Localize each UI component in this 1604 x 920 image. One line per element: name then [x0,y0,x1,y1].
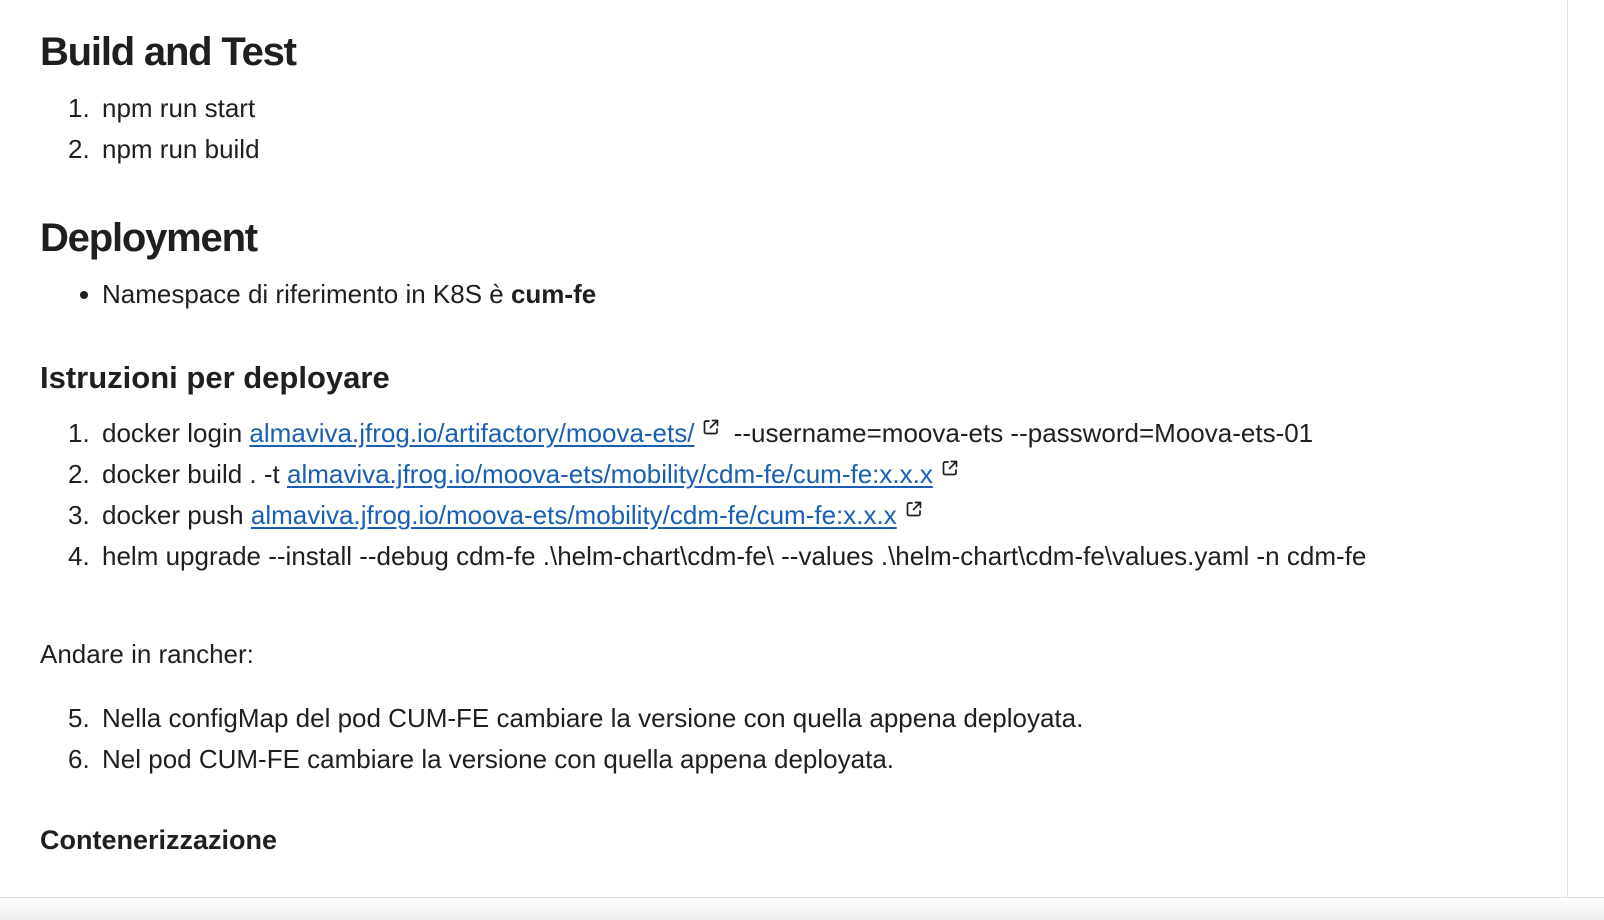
step-number: 3. [68,500,90,530]
namespace-text: Namespace di riferimento in K8S è [102,279,511,309]
step-number: 5. [68,703,90,733]
list-item: 1. npm run start [68,93,256,123]
heading-istruzioni: Istruzioni per deployare [40,360,390,395]
build-step-text: npm run start [102,93,256,123]
rancher-step-text: Nella configMap del pod CUM-FE cambiare … [102,703,1084,733]
step-suffix: --username=moova-ets --password=Moova-et… [726,418,1314,448]
build-steps-list: 1. npm run start 2. npm run build [40,91,1540,173]
external-link-icon[interactable] [905,500,923,518]
heading-build-and-test: Build and Test [40,30,297,74]
heading-contenerizzazione: Contenerizzazione [40,825,278,855]
step-prefix: docker login [102,418,250,448]
list-item: 3. docker push almaviva.jfrog.io/moova-et… [40,498,1540,532]
namespace-value: cum-fe [510,279,597,309]
deployment-list: Namespace di riferimento in K8S è cum-fe [40,277,1540,318]
bullet-icon [80,291,88,299]
list-item: Namespace di riferimento in K8S è cum-fe [40,277,1540,311]
list-item: 2. npm run build [68,134,260,164]
build-step-text: npm run build [102,134,260,164]
step-number: 2. [68,459,90,489]
external-link-icon[interactable] [702,418,720,436]
step-number: 4. [68,541,90,571]
list-item: 4. helm upgrade --install --debug cdm-fe … [40,539,1492,573]
helm-command-text: helm upgrade --install --debug cdm-fe .\… [102,541,1367,571]
image-tag-link[interactable]: almaviva.jfrog.io/moova-ets/mobility/cdm… [251,500,897,530]
image-tag-link[interactable]: almaviva.jfrog.io/moova-ets/mobility/cdm… [287,459,933,489]
deploy-steps-list: 1. docker login almaviva.jfrog.io/artifac… [40,416,1540,580]
step-prefix: docker push [102,500,251,530]
rancher-step-text: Nel pod CUM-FE cambiare la versione con … [102,744,894,774]
step-prefix: docker build . -t [102,459,287,489]
external-link-icon[interactable] [941,459,959,477]
step-number: 6. [68,744,90,774]
step-number: 1. [68,418,90,448]
window-right-edge [1567,0,1604,920]
heading-deployment: Deployment [40,216,258,260]
rancher-intro: Andare in rancher: [40,639,254,669]
list-item: 1. docker login almaviva.jfrog.io/artifac… [40,416,1540,450]
list-item: 6. Nel pod CUM-FE cambiare la versione co… [40,742,1540,776]
rancher-steps-list: 5. Nella configMap del pod CUM-FE cambiar… [40,701,1540,783]
registry-link[interactable]: almaviva.jfrog.io/artifactory/moova-ets/ [249,418,694,448]
window-bottom-edge [0,897,1604,920]
list-item: 2. docker build . -t almaviva.jfrog.io/mo… [40,457,1540,491]
list-item: 5. Nella configMap del pod CUM-FE cambiar… [40,701,1540,735]
